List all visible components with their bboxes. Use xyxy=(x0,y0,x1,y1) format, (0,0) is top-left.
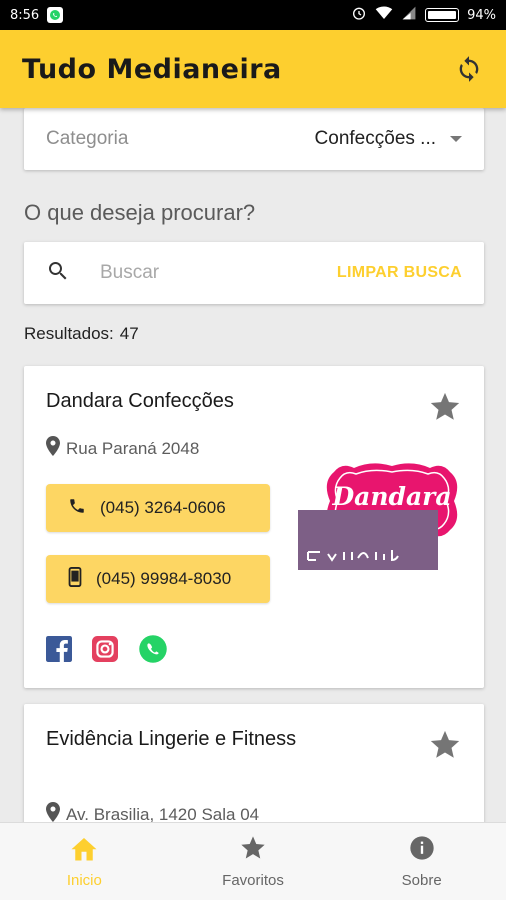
alarm-icon xyxy=(351,5,367,25)
mobile-number: (045) 99984-8030 xyxy=(96,569,232,588)
listing-name: Evidência Lingerie e Fitness xyxy=(46,728,297,750)
app-bar: Tudo Medianeira xyxy=(0,30,506,108)
battery-level: 94% xyxy=(467,7,496,23)
signal-icon xyxy=(401,5,417,25)
results-count: Resultados: 47 xyxy=(24,324,139,344)
nav-label: Sobre xyxy=(401,872,442,889)
app-title: Tudo Medianeira xyxy=(22,53,282,85)
results-number: 47 xyxy=(119,324,139,343)
social-links xyxy=(46,634,168,669)
search-input[interactable] xyxy=(100,262,300,284)
category-label: Categoria xyxy=(46,128,129,149)
info-icon xyxy=(408,834,436,866)
search-bar: LIMPAR BUSCA xyxy=(24,242,484,304)
whatsapp-icon[interactable] xyxy=(138,634,168,669)
search-prompt: O que deseja procurar? xyxy=(24,200,256,225)
battery-icon xyxy=(425,8,460,22)
home-icon xyxy=(69,834,99,866)
results-label: Resultados: xyxy=(24,324,114,343)
nav-item-favoritos[interactable]: Favoritos xyxy=(169,823,338,900)
listing-address: Rua Paraná 2048 xyxy=(46,436,199,461)
refresh-icon[interactable] xyxy=(454,54,484,84)
content-scroll[interactable]: Categoria Confecções ... O que deseja pr… xyxy=(0,108,506,822)
svg-text:Dandara: Dandara xyxy=(331,482,451,511)
address-text: Rua Paraná 2048 xyxy=(66,438,200,458)
listing-card[interactable]: Evidência Lingerie e Fitness Av. Brasili… xyxy=(24,704,484,822)
category-value: Confecções ... xyxy=(314,128,436,149)
mobile-button[interactable]: (045) 99984-8030 xyxy=(46,555,270,603)
status-time: 8:56 xyxy=(10,7,40,23)
phone-number: (045) 3264-0606 xyxy=(100,498,226,517)
nav-item-sobre[interactable]: Sobre xyxy=(337,823,506,900)
whatsapp-notification-icon xyxy=(47,7,64,23)
wifi-icon xyxy=(375,5,393,25)
category-dropdown[interactable]: Confecções ... xyxy=(315,128,462,150)
business-logo xyxy=(298,510,438,570)
nav-label: Favoritos xyxy=(222,872,284,889)
phone-button[interactable]: (045) 3264-0606 xyxy=(46,484,270,532)
status-bar: 8:56 94% xyxy=(0,0,506,30)
instagram-icon[interactable] xyxy=(92,636,118,667)
map-pin-icon xyxy=(46,436,60,461)
listing-address: Av. Brasilia, 1420 Sala 04 xyxy=(46,802,259,822)
favorite-star-icon[interactable] xyxy=(428,728,462,767)
chevron-down-icon xyxy=(450,136,462,142)
clear-search-button[interactable]: LIMPAR BUSCA xyxy=(337,264,462,282)
star-icon xyxy=(239,834,267,866)
favorite-star-icon[interactable] xyxy=(428,390,462,429)
phone-icon xyxy=(68,497,86,520)
bottom-navigation: Inicio Favoritos Sobre xyxy=(0,822,506,900)
category-selector[interactable]: Categoria Confecções ... xyxy=(24,108,484,170)
nav-item-inicio[interactable]: Inicio xyxy=(0,823,169,900)
map-pin-icon xyxy=(46,802,60,822)
facebook-icon[interactable] xyxy=(46,636,72,667)
listing-name: Dandara Confecções xyxy=(46,390,234,412)
nav-label: Inicio xyxy=(66,872,102,889)
address-text: Av. Brasilia, 1420 Sala 04 xyxy=(66,804,260,823)
search-icon xyxy=(46,259,70,288)
mobile-phone-icon xyxy=(68,566,82,592)
